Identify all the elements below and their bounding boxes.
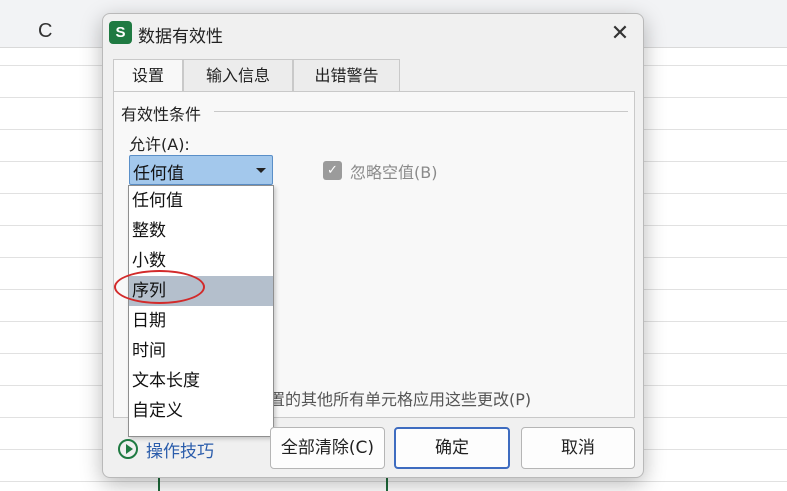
chevron-down-icon [256,168,266,173]
allow-select-value: 任何值 [133,164,184,184]
row-gridline [0,481,787,482]
tab-error-alert[interactable]: 出错警告 [293,59,400,92]
tab-input-message[interactable]: 输入信息 [183,59,293,92]
cancel-button[interactable]: 取消 [521,427,635,469]
ignore-blank-checkbox[interactable]: ✓ [323,161,342,180]
validation-criteria-title: 有效性条件 [121,101,206,125]
close-button[interactable]: ✕ [603,20,637,48]
data-validation-dialog: S 数据有效性 ✕ 设置 输入信息 出错警告 有效性条件 允许(A): 任何值 … [102,13,644,478]
dialog-title-bar[interactable]: S 数据有效性 ✕ [103,14,643,52]
ok-button[interactable]: 确定 [394,427,510,469]
ignore-blank-label: 忽略空值(B) [350,163,438,182]
checkmark-icon: ✓ [327,163,338,178]
close-icon: ✕ [610,21,630,46]
dialog-title: 数据有效性 [138,27,223,47]
clear-all-button[interactable]: 全部清除(C) [270,427,385,469]
option-custom[interactable]: 自定义 [129,396,273,426]
option-whole-number[interactable]: 整数 [129,216,273,246]
group-divider [214,111,628,112]
option-text-length[interactable]: 文本长度 [129,366,273,396]
allow-label: 允许(A): [129,135,190,154]
tips-link[interactable]: 操作技巧 [146,437,214,462]
allow-dropdown-list: 任何值 整数 小数 序列 日期 时间 文本长度 自定义 [128,185,274,437]
apply-to-all-label: 置的其他所有单元格应用这些更改(P) [269,390,532,409]
red-annotation-ellipse [114,270,205,304]
option-time[interactable]: 时间 [129,336,273,366]
allow-select[interactable]: 任何值 [129,155,273,185]
option-date[interactable]: 日期 [129,306,273,336]
app-logo-icon: S [109,21,132,44]
play-circle-icon[interactable] [118,439,138,459]
column-header-c[interactable]: C [38,20,52,43]
tab-settings[interactable]: 设置 [113,59,183,93]
option-any-value[interactable]: 任何值 [129,186,273,216]
